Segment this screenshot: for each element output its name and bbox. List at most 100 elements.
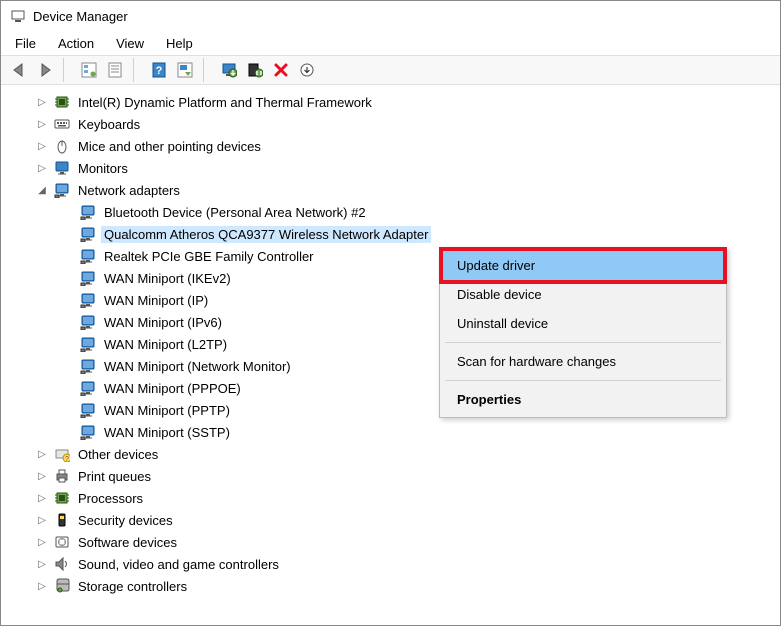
monitor-icon (53, 159, 71, 177)
storage-icon (53, 577, 71, 595)
ctx-separator (445, 380, 721, 381)
tree-item-processors[interactable]: ▷ Processors (13, 487, 780, 509)
forward-button[interactable] (33, 58, 57, 82)
tree-label: WAN Miniport (L2TP) (101, 336, 230, 353)
ctx-disable-device[interactable]: Disable device (443, 280, 723, 309)
expand-spacer (61, 337, 75, 351)
tree-item-bluetooth[interactable]: Bluetooth Device (Personal Area Network)… (13, 201, 780, 223)
expand-icon[interactable]: ▷ (35, 447, 49, 461)
tree-item-mice[interactable]: ▷ Mice and other pointing devices (13, 135, 780, 157)
help-button[interactable] (147, 58, 171, 82)
expand-icon[interactable]: ▷ (35, 117, 49, 131)
tree-label: Monitors (75, 160, 131, 177)
tree-item-thermal[interactable]: ▷ Intel(R) Dynamic Platform and Thermal … (13, 91, 780, 113)
tree-label: Storage controllers (75, 578, 190, 595)
network-icon (79, 423, 97, 441)
tree-label: Bluetooth Device (Personal Area Network)… (101, 204, 369, 221)
chip-icon (53, 489, 71, 507)
expand-spacer (61, 293, 75, 307)
titlebar: Device Manager (1, 1, 780, 31)
network-icon (79, 225, 97, 243)
network-icon (79, 313, 97, 331)
tree-label: Qualcomm Atheros QCA9377 Wireless Networ… (101, 226, 431, 243)
tree-label: Software devices (75, 534, 180, 551)
tree-label: WAN Miniport (PPPOE) (101, 380, 244, 397)
chip-icon (53, 93, 71, 111)
menu-help[interactable]: Help (156, 34, 203, 53)
software-icon (53, 533, 71, 551)
tree-item-sound[interactable]: ▷ Sound, video and game controllers (13, 553, 780, 575)
menu-view[interactable]: View (106, 34, 154, 53)
expand-spacer (61, 315, 75, 329)
network-icon (79, 269, 97, 287)
properties-button[interactable] (103, 58, 127, 82)
tree-label: WAN Miniport (SSTP) (101, 424, 233, 441)
tree-label: Security devices (75, 512, 176, 529)
tree-item-keyboards[interactable]: ▷ Keyboards (13, 113, 780, 135)
tree-item-security[interactable]: ▷ Security devices (13, 509, 780, 531)
expand-icon[interactable]: ▷ (35, 491, 49, 505)
toolbar-sep (133, 58, 141, 82)
expand-icon[interactable]: ▷ (35, 95, 49, 109)
ctx-properties[interactable]: Properties (443, 385, 723, 414)
network-icon (79, 247, 97, 265)
expand-icon[interactable]: ▷ (35, 579, 49, 593)
uninstall-button[interactable] (269, 58, 293, 82)
network-icon (53, 181, 71, 199)
keyboard-icon (53, 115, 71, 133)
ctx-update-driver[interactable]: Update driver (439, 247, 727, 284)
expand-spacer (61, 249, 75, 263)
network-icon (79, 291, 97, 309)
mouse-icon (53, 137, 71, 155)
ctx-scan-hardware[interactable]: Scan for hardware changes (443, 347, 723, 376)
update-driver-button[interactable] (217, 58, 241, 82)
expand-spacer (61, 271, 75, 285)
tree-item-print-queues[interactable]: ▷ Print queues (13, 465, 780, 487)
tree-item-other-devices[interactable]: ▷ Other devices (13, 443, 780, 465)
show-hidden-button[interactable] (77, 58, 101, 82)
printer-icon (53, 467, 71, 485)
expand-icon[interactable]: ▷ (35, 469, 49, 483)
tree-item-monitors[interactable]: ▷ Monitors (13, 157, 780, 179)
network-icon (79, 401, 97, 419)
tree-item-software[interactable]: ▷ Software devices (13, 531, 780, 553)
tree-label: WAN Miniport (Network Monitor) (101, 358, 294, 375)
device-tree[interactable]: ▷ Intel(R) Dynamic Platform and Thermal … (1, 85, 780, 625)
tree-label: Mice and other pointing devices (75, 138, 264, 155)
tree-label: Sound, video and game controllers (75, 556, 282, 573)
network-icon (79, 335, 97, 353)
tree-item-qualcomm-wifi[interactable]: Qualcomm Atheros QCA9377 Wireless Networ… (13, 223, 780, 245)
tree-label: WAN Miniport (PPTP) (101, 402, 233, 419)
menu-file[interactable]: File (5, 34, 46, 53)
disable-device-button[interactable] (243, 58, 267, 82)
back-button[interactable] (7, 58, 31, 82)
expand-icon[interactable]: ▷ (35, 161, 49, 175)
tree-label: Print queues (75, 468, 154, 485)
expand-icon[interactable]: ▷ (35, 139, 49, 153)
tree-label: Keyboards (75, 116, 143, 133)
more-actions-button[interactable] (295, 58, 319, 82)
window-title: Device Manager (33, 9, 128, 24)
tree-label: WAN Miniport (IP) (101, 292, 211, 309)
tree-label: Realtek PCIe GBE Family Controller (101, 248, 317, 265)
expand-icon[interactable]: ▷ (35, 535, 49, 549)
expand-spacer (61, 227, 75, 241)
other-icon (53, 445, 71, 463)
tree-item-wan-sstp[interactable]: WAN Miniport (SSTP) (13, 421, 780, 443)
context-menu: Update driver Disable device Uninstall d… (439, 247, 727, 418)
menubar: File Action View Help (1, 31, 780, 55)
expand-spacer (61, 359, 75, 373)
expand-icon[interactable]: ▷ (35, 513, 49, 527)
collapse-icon[interactable]: ◢ (35, 183, 49, 197)
expand-spacer (61, 381, 75, 395)
tree-item-network-adapters[interactable]: ◢ Network adapters (13, 179, 780, 201)
scan-button[interactable] (173, 58, 197, 82)
ctx-separator (445, 342, 721, 343)
toolbar-sep (203, 58, 211, 82)
tree-label: WAN Miniport (IPv6) (101, 314, 225, 331)
tree-item-storage[interactable]: ▷ Storage controllers (13, 575, 780, 597)
menu-action[interactable]: Action (48, 34, 104, 53)
sound-icon (53, 555, 71, 573)
ctx-uninstall-device[interactable]: Uninstall device (443, 309, 723, 338)
expand-icon[interactable]: ▷ (35, 557, 49, 571)
